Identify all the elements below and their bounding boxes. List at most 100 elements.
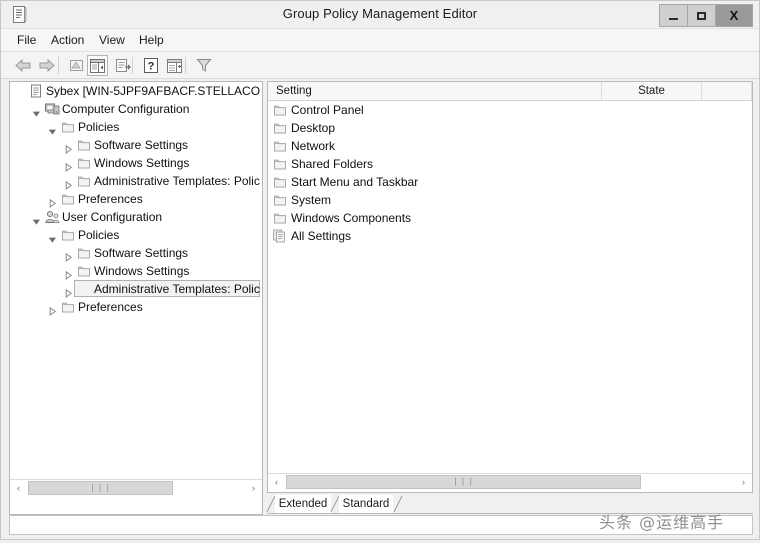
scroll-grip: ❘❘❘ [88, 483, 113, 492]
tree-item[interactable]: Policies [10, 118, 262, 136]
list-horizontal-scrollbar[interactable]: ‹ ❘❘❘ › [268, 473, 752, 490]
tree-item[interactable]: Administrative Templates: Policy d [10, 280, 262, 298]
tree-item-label: Preferences [78, 192, 143, 206]
list-scroll-right-button[interactable]: › [735, 474, 752, 490]
status-bar [9, 515, 753, 535]
title-bar[interactable]: Group Policy Management Editor X [1, 1, 759, 28]
tab-extended[interactable]: Extended [275, 495, 331, 513]
folder-icon [273, 211, 287, 225]
computer-icon [45, 102, 60, 116]
tree-expand-arrow-collapsed-icon[interactable] [64, 141, 73, 154]
tree-item[interactable]: Preferences [10, 298, 262, 316]
show-hide-console-tree-icon[interactable] [87, 55, 108, 76]
tree-scroll-left-button[interactable]: ‹ [10, 480, 27, 496]
tree-item-label: Administrative Templates: Policy d [94, 174, 260, 188]
list-item-label: System [291, 193, 332, 207]
list-item[interactable]: Network [268, 137, 752, 155]
tree-expand-arrow-collapsed-icon[interactable] [64, 177, 73, 190]
tree-expand-arrow-collapsed-icon[interactable] [48, 195, 57, 208]
tree-item[interactable]: Software Settings [10, 244, 262, 262]
tree-expand-arrow-collapsed-icon[interactable] [64, 249, 73, 262]
console-tree-pane: Sybex [WIN-5JPF9AFBACF.STELLACON.COM] Com… [9, 81, 263, 515]
column-header-state[interactable]: State [602, 82, 702, 100]
forward-arrow-icon[interactable] [36, 55, 57, 76]
folder-icon [273, 193, 287, 207]
folder-icon [61, 120, 75, 134]
tab-standard[interactable]: Standard [339, 495, 393, 513]
tree-item[interactable]: User Configuration [10, 208, 262, 226]
menu-help[interactable]: Help [137, 33, 166, 47]
scroll-grip: ❘❘❘ [451, 477, 476, 486]
list-item[interactable]: Desktop [268, 119, 752, 137]
up-folder-icon[interactable] [66, 55, 87, 76]
gpo-document-icon [29, 84, 43, 98]
menu-bar: File Action View Help [1, 28, 759, 52]
window-title: Group Policy Management Editor [282, 6, 478, 21]
minimize-button[interactable] [660, 5, 688, 26]
folder-icon [273, 103, 287, 117]
back-arrow-icon[interactable] [13, 55, 34, 76]
list-item-label: Network [291, 139, 336, 153]
list-item-label: All Settings [291, 229, 352, 243]
tree-item[interactable]: Administrative Templates: Policy d [10, 172, 262, 190]
tree-expand-arrow-expanded-icon[interactable] [32, 213, 41, 225]
folder-icon [273, 139, 287, 153]
tree-expand-arrow-expanded-icon[interactable] [48, 123, 57, 135]
tree-item[interactable]: Software Settings [10, 136, 262, 154]
tree-scroll-right-button[interactable]: › [245, 480, 262, 496]
column-header-blank[interactable] [702, 82, 752, 100]
tree-item[interactable]: Preferences [10, 190, 262, 208]
tree-item-label: Computer Configuration [62, 102, 190, 116]
tree-item-label: Sybex [WIN-5JPF9AFBACF.STELLACON.COM] [46, 84, 260, 98]
menu-action[interactable]: Action [49, 33, 86, 47]
tree-item[interactable]: Computer Configuration [10, 100, 262, 118]
filter-icon[interactable] [193, 55, 214, 76]
console-tree[interactable]: Sybex [WIN-5JPF9AFBACF.STELLACON.COM] Com… [10, 82, 262, 480]
tab-label: Standard [342, 498, 390, 510]
tree-item-label: Windows Settings [94, 264, 190, 278]
list-scroll-left-button[interactable]: ‹ [268, 474, 285, 490]
close-button[interactable]: X [716, 5, 752, 26]
folder-icon [61, 228, 75, 242]
folder-icon [77, 138, 91, 152]
all-settings-icon [273, 229, 287, 243]
tree-expand-arrow-expanded-icon[interactable] [48, 231, 57, 243]
tree-expand-arrow-collapsed-icon[interactable] [64, 267, 73, 280]
tree-item[interactable]: Windows Settings [10, 154, 262, 172]
tree-expand-arrow-expanded-icon[interactable] [32, 105, 41, 117]
menu-file[interactable]: File [15, 33, 38, 47]
help-icon[interactable]: ? [140, 55, 161, 76]
tree-expand-arrow-collapsed-icon[interactable] [48, 303, 57, 316]
properties-icon[interactable] [112, 55, 133, 76]
list-item[interactable]: Start Menu and Taskbar [268, 173, 752, 191]
tree-item-label: Software Settings [94, 246, 189, 260]
tree-item[interactable]: Policies [10, 226, 262, 244]
list-scroll-thumb[interactable]: ❘❘❘ [286, 475, 641, 489]
application-window: Group Policy Management Editor X File Ac… [0, 0, 760, 543]
column-header-label: State [638, 85, 665, 97]
export-list-icon[interactable] [164, 55, 185, 76]
list-item[interactable]: Windows Components [268, 209, 752, 227]
tree-item-label: User Configuration [62, 210, 163, 224]
svg-text:?: ? [147, 61, 154, 73]
list-item[interactable]: System [268, 191, 752, 209]
settings-list[interactable]: Control Panel Desktop Network Shared Folder… [268, 101, 752, 473]
tree-item[interactable]: Windows Settings [10, 262, 262, 280]
tree-expand-arrow-collapsed-icon[interactable] [64, 159, 73, 172]
tree-horizontal-scrollbar[interactable]: ‹ ❘❘❘ › [10, 479, 262, 496]
user-icon [45, 210, 60, 224]
toolbar-separator [58, 57, 59, 74]
folder-icon [273, 157, 287, 171]
toolbar-separator [185, 57, 186, 74]
tree-expand-arrow-collapsed-icon[interactable] [64, 285, 73, 298]
settings-list-pane: Setting State Control Panel Desktop Network… [267, 81, 753, 493]
maximize-button[interactable] [688, 5, 716, 26]
menu-view[interactable]: View [97, 33, 127, 47]
tree-item-label: Policies [78, 120, 120, 134]
list-item[interactable]: Control Panel [268, 101, 752, 119]
tree-scroll-thumb[interactable]: ❘❘❘ [28, 481, 173, 495]
column-header-setting[interactable]: Setting [272, 82, 602, 100]
list-item[interactable]: Shared Folders [268, 155, 752, 173]
tree-item[interactable]: Sybex [WIN-5JPF9AFBACF.STELLACON.COM] [10, 82, 262, 100]
list-item[interactable]: All Settings [268, 227, 752, 245]
